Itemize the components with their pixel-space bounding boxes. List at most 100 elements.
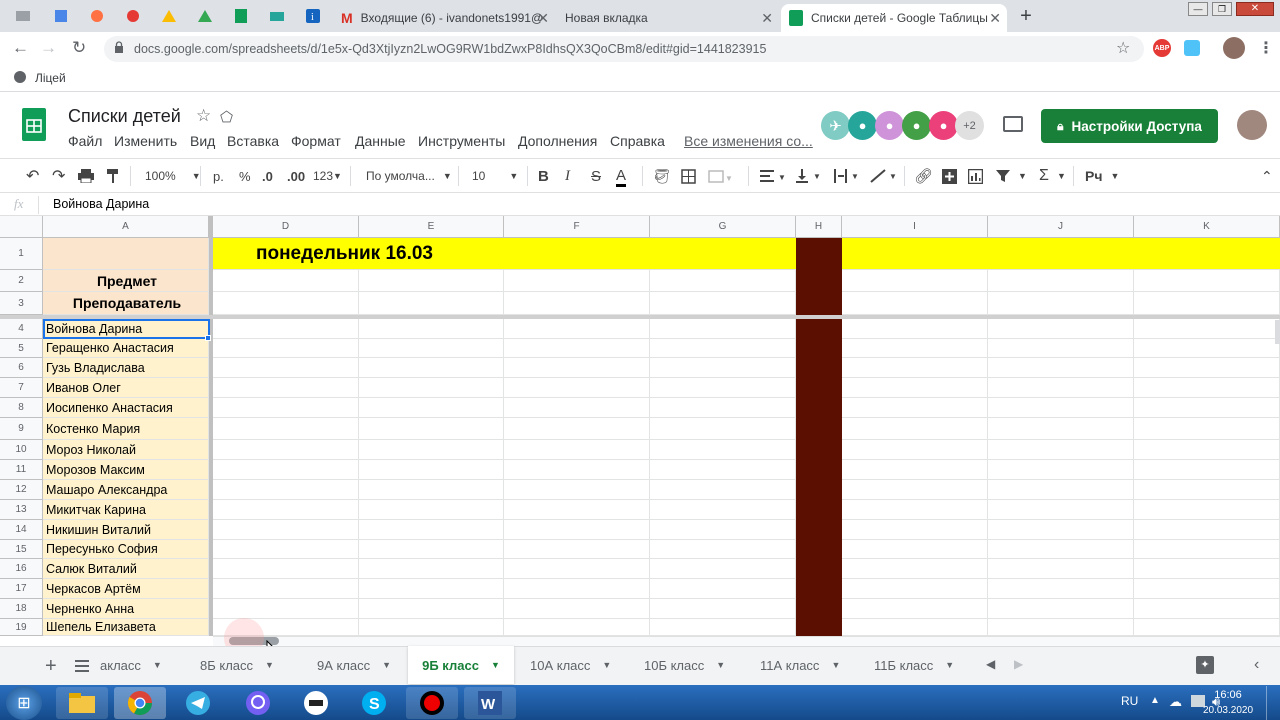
cell[interactable]: [1134, 292, 1280, 315]
fill-color-icon[interactable]: 🪣︎: [653, 167, 671, 185]
cell[interactable]: [988, 398, 1134, 418]
student-name-cell[interactable]: Иванов Олег: [43, 378, 209, 398]
row-header[interactable]: 13: [0, 500, 43, 520]
cell[interactable]: [988, 460, 1134, 480]
cell[interactable]: [842, 480, 988, 500]
cell[interactable]: [1134, 579, 1280, 599]
select-all-corner[interactable]: [0, 216, 43, 238]
student-name-cell[interactable]: Гузь Владислава: [43, 358, 209, 378]
menu-tools[interactable]: Инструменты: [418, 133, 505, 149]
chrome-taskbar-icon[interactable]: [114, 687, 166, 719]
cell[interactable]: [650, 559, 796, 579]
cell[interactable]: [1134, 559, 1280, 579]
word-taskbar-icon[interactable]: W: [464, 687, 516, 719]
clock-time[interactable]: 16:06: [1213, 689, 1243, 701]
cell[interactable]: [1134, 500, 1280, 520]
more-formats-select[interactable]: 123 ▼: [313, 167, 342, 185]
column-h-fill[interactable]: [796, 238, 842, 636]
move-to-drive-icon[interactable]: ⬠: [220, 108, 233, 126]
row-header[interactable]: 18: [0, 599, 43, 619]
cloud-tray-icon[interactable]: ☁: [1169, 694, 1182, 710]
student-name-cell[interactable]: Геращенко Анастасия: [43, 339, 209, 358]
pinned-tab-icon[interactable]: [264, 4, 290, 28]
drive-tab-icon[interactable]: [192, 4, 218, 28]
row-header[interactable]: 10: [0, 440, 43, 460]
student-name-cell[interactable]: Морозов Максим: [43, 460, 209, 480]
cell[interactable]: [213, 579, 359, 599]
cell[interactable]: [842, 559, 988, 579]
cell[interactable]: [1134, 540, 1280, 559]
cell[interactable]: [359, 398, 504, 418]
cell[interactable]: [504, 579, 650, 599]
cell[interactable]: [650, 398, 796, 418]
menu-addons[interactable]: Дополнения: [518, 133, 597, 149]
student-name-cell[interactable]: Шепель Елизавета: [43, 619, 209, 636]
cell[interactable]: [504, 319, 650, 339]
tab-new[interactable]: Новая вкладка ✕: [557, 4, 779, 32]
cell[interactable]: [359, 520, 504, 540]
cell[interactable]: [504, 398, 650, 418]
pinned-tab-icon[interactable]: [120, 4, 146, 28]
cell[interactable]: [359, 270, 504, 292]
merge-cells-icon[interactable]: ▼: [708, 167, 732, 185]
more-viewers-badge[interactable]: +2: [955, 111, 984, 140]
cell[interactable]: [359, 460, 504, 480]
row-header[interactable]: 9: [0, 418, 43, 440]
cell[interactable]: [650, 599, 796, 619]
zoom-select[interactable]: 100% ▼: [145, 167, 201, 185]
row-header[interactable]: 7: [0, 378, 43, 398]
student-name-cell[interactable]: Никишин Виталий: [43, 520, 209, 540]
recorder-taskbar-icon[interactable]: [406, 687, 458, 719]
cell[interactable]: [359, 540, 504, 559]
student-name-cell[interactable]: Костенко Мария: [43, 418, 209, 440]
sheet-tab[interactable]: 11Б класс ▼: [874, 646, 974, 684]
forward-icon[interactable]: →: [40, 38, 57, 58]
cell[interactable]: [359, 619, 504, 636]
star-icon[interactable]: ☆: [196, 106, 211, 126]
cell[interactable]: [1134, 418, 1280, 440]
menu-view[interactable]: Вид: [190, 133, 215, 149]
extension-icon[interactable]: [1184, 40, 1200, 56]
cell[interactable]: [359, 358, 504, 378]
menu-data[interactable]: Данные: [355, 133, 406, 149]
text-wrap-icon[interactable]: ▼: [834, 167, 860, 185]
chevron-down-icon[interactable]: ▼: [1057, 167, 1066, 185]
student-name-cell[interactable]: Пересунько София: [43, 540, 209, 559]
show-desktop-button[interactable]: [1266, 686, 1280, 720]
cell[interactable]: [504, 440, 650, 460]
row-header[interactable]: 17: [0, 579, 43, 599]
cell[interactable]: [504, 599, 650, 619]
cell[interactable]: [842, 579, 988, 599]
menu-format[interactable]: Формат: [291, 133, 341, 149]
cell[interactable]: [650, 378, 796, 398]
row-header[interactable]: 12: [0, 480, 43, 500]
cell[interactable]: [213, 378, 359, 398]
row-header[interactable]: 2: [0, 270, 43, 292]
adblock-icon[interactable]: ABP: [1153, 39, 1171, 57]
vertical-scrollbar[interactable]: [1275, 320, 1280, 344]
cell[interactable]: [213, 559, 359, 579]
minimize-button[interactable]: —: [1188, 2, 1208, 16]
column-header[interactable]: G: [650, 216, 796, 238]
redo-icon[interactable]: ↷: [52, 167, 65, 185]
cell[interactable]: [359, 418, 504, 440]
close-icon[interactable]: ✕: [537, 10, 549, 27]
comments-icon[interactable]: [1003, 116, 1023, 132]
viewer-avatar[interactable]: ●: [875, 111, 904, 140]
back-icon[interactable]: ←: [12, 38, 29, 58]
cell[interactable]: [988, 378, 1134, 398]
explore-icon[interactable]: ✦: [1196, 656, 1214, 674]
column-header[interactable]: D: [213, 216, 359, 238]
student-name-cell[interactable]: Черненко Анна: [43, 599, 209, 619]
increase-decimals-button[interactable]: .00: [287, 167, 305, 185]
cell[interactable]: [504, 292, 650, 315]
cell[interactable]: [988, 599, 1134, 619]
cell[interactable]: [650, 358, 796, 378]
sheet-tab-active[interactable]: 9Б класс ▼: [408, 646, 514, 684]
cell[interactable]: [650, 619, 796, 636]
cell[interactable]: [213, 440, 359, 460]
menu-edit[interactable]: Изменить: [114, 133, 177, 149]
start-button[interactable]: ⊞: [6, 686, 42, 720]
cell[interactable]: [650, 319, 796, 339]
date-header-cell[interactable]: [842, 238, 1280, 270]
